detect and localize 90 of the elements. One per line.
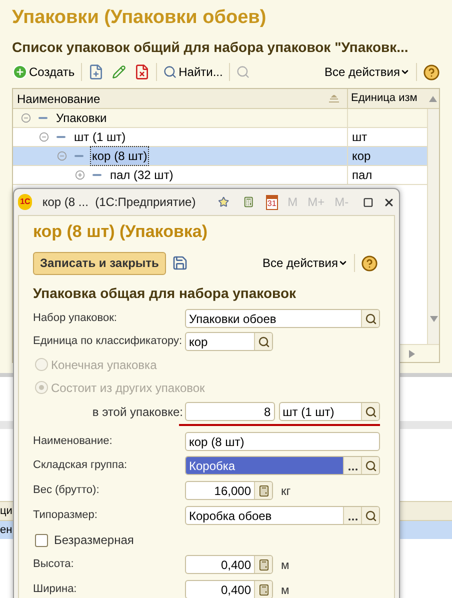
maximize-icon[interactable] [362,196,374,208]
table-row[interactable]: пал (32 шт) пал [13,166,427,185]
search-icon [162,65,177,79]
tree-item-label: шт (1 шт) [73,129,127,146]
number-field[interactable]: 16,000 [185,481,273,500]
select-field[interactable]: Коробка [185,456,380,475]
search-icon [364,510,376,522]
field-label: Высота: [33,557,75,572]
search-icon [364,406,376,418]
column-header[interactable]: Единица изм [348,89,427,108]
all-actions-button[interactable]: Все действия [324,63,410,81]
search-icon [364,312,376,324]
help-icon[interactable] [361,254,378,272]
search-button[interactable] [361,507,379,524]
select-button[interactable] [343,457,361,474]
list-subtitle: Список упаковок общий для набора упаковок "Упаковк... [12,38,410,57]
dots-icon [348,518,358,521]
column-header[interactable]: Наименование [13,89,348,108]
lookup-field[interactable]: кор [185,332,273,351]
collapse-icon[interactable] [21,113,31,123]
app-logo: 1С [18,194,32,210]
unit-label: кг [281,482,291,500]
calculator-icon [258,484,270,496]
calculator-icon [258,584,270,596]
scroll-right-icon[interactable] [409,350,415,358]
save-icon[interactable] [172,255,188,271]
field-label: Ширина: [33,582,78,598]
calculator-icon[interactable] [242,195,254,209]
tree-item-label: Упаковки [55,110,108,127]
window-title: Упаковки (Упаковки обоев) [12,6,268,30]
star-icon[interactable] [218,195,229,209]
caret-icon [338,258,348,268]
lookup-field[interactable]: Упаковки обоев [185,309,380,328]
field-label: Вес (брутто): [33,483,100,498]
caret-icon [400,67,410,77]
sort-icon [329,94,339,102]
field-label: Единица по классификатору: [33,334,184,350]
form-title: кор (8 шт) (Упаковка) [33,221,209,243]
select-field[interactable]: Коробка обоев [185,506,380,525]
number-field[interactable]: 8 [185,402,275,421]
radio-label: Состоит из других упаковок [51,380,205,396]
scrollbar[interactable] [427,109,439,344]
calculator-button[interactable] [254,482,272,499]
collapse-icon[interactable] [39,132,49,142]
table-cell-text: шт [352,129,368,146]
table-row[interactable]: кор (8 шт) кор [13,147,427,166]
all-actions-button[interactable]: Все действия [262,254,348,272]
calculator-button[interactable] [254,581,272,598]
tree-item-label: кор (8 шт) [91,147,148,165]
plus-icon [12,64,28,80]
field-label: Складская группа: [33,458,128,474]
number-field[interactable]: 0,400 [185,580,273,598]
help-icon[interactable] [423,64,440,80]
table-row[interactable]: Упаковки [13,109,427,128]
pencil-icon[interactable] [112,65,126,79]
find-button[interactable]: Найти... [162,63,223,81]
field-label: Наименование: [33,434,114,450]
input-field[interactable]: кор (8 шт) [185,432,380,451]
field-label: в этой упаковке: [91,404,184,420]
search-icon [258,336,270,348]
search-button[interactable] [361,403,379,420]
tree-item-label: пал (32 шт) [109,167,174,184]
unit-label: м [281,556,290,574]
table-cell-text: пал [352,167,372,184]
search-button[interactable] [361,457,379,474]
lookup-field[interactable]: шт (1 шт) [278,402,380,421]
calculator-icon [258,558,270,570]
save-and-close-button[interactable]: Записать и закрыть [33,252,166,274]
field-label: Набор упаковок: [33,311,118,326]
calculator-button[interactable] [254,556,272,573]
delete-icon[interactable] [134,64,150,80]
copy-icon[interactable] [88,64,104,80]
calendar-icon[interactable]: 31 [266,194,278,210]
checkbox-label: Безразмерная [54,532,134,549]
dialog-window-title: кор (8 ... (1С:Предприятие) [42,194,196,211]
create-button[interactable]: Создать [12,63,75,81]
table-cell-text: кор [352,148,371,165]
radio-label: Конечная упаковка [51,356,157,374]
search-button[interactable] [361,310,379,327]
search-icon [364,460,376,472]
table-row[interactable]: шт (1 шт) шт [13,128,427,147]
field-label: Типоразмер: [33,508,98,524]
search-button[interactable] [254,333,272,350]
checkbox[interactable] [35,534,48,546]
select-button[interactable] [343,507,361,524]
expand-icon[interactable] [75,170,85,180]
dots-icon [348,468,358,471]
section-heading: Упаковка общая для набора упаковок [33,284,297,303]
number-field[interactable]: 0,400 [185,555,273,574]
unit-label: м [281,582,290,598]
